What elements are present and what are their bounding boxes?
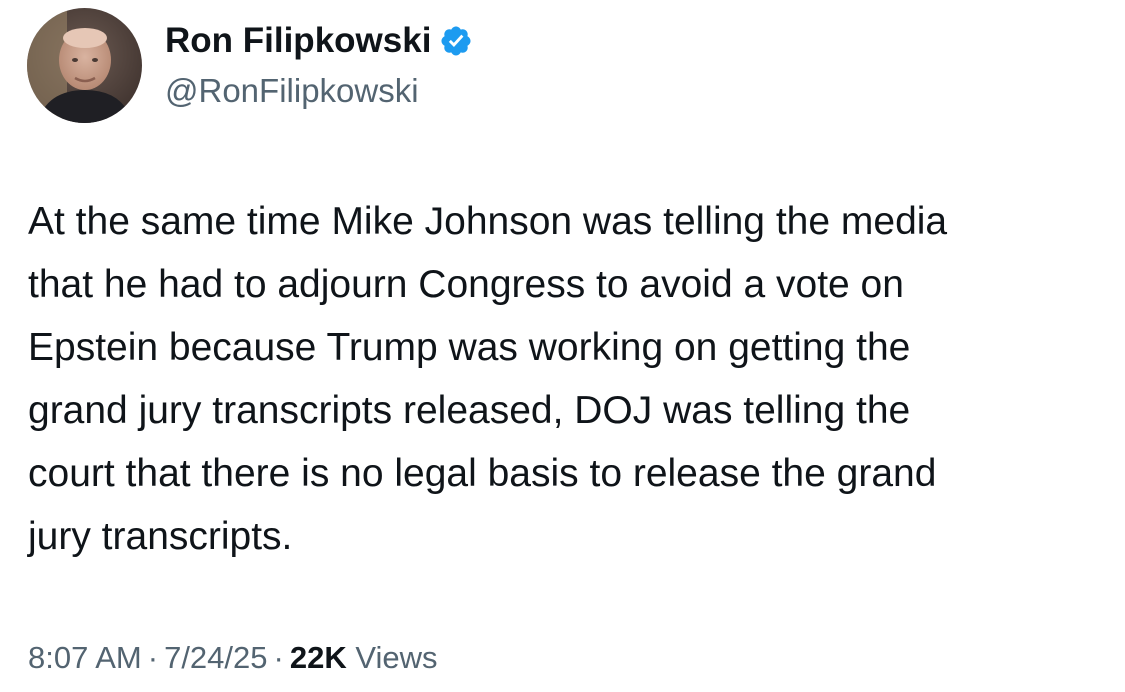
author-info: Ron Filipkowski @RonFilipkowski	[165, 18, 473, 110]
author-display-name[interactable]: Ron Filipkowski	[165, 21, 431, 61]
views-count: 22K	[289, 640, 347, 675]
avatar-photo	[27, 8, 142, 123]
views-label: Views	[355, 640, 438, 675]
author-handle[interactable]: @RonFilipkowski	[165, 72, 473, 110]
tweet-text: At the same time Mike Johnson was tellin…	[28, 200, 948, 558]
tweet-card: Ron Filipkowski @RonFilipkowski At the s…	[0, 0, 1125, 692]
tweet-time[interactable]: 8:07 AM	[28, 640, 142, 675]
name-row: Ron Filipkowski	[165, 18, 473, 64]
tweet-meta: 8:07 AM · 7/24/25 · 22K Views	[28, 640, 437, 676]
tweet-date[interactable]: 7/24/25	[164, 640, 267, 675]
author-avatar[interactable]	[27, 8, 142, 123]
meta-separator: ·	[273, 640, 284, 675]
meta-separator: ·	[147, 640, 159, 675]
verified-badge-icon	[439, 24, 473, 58]
